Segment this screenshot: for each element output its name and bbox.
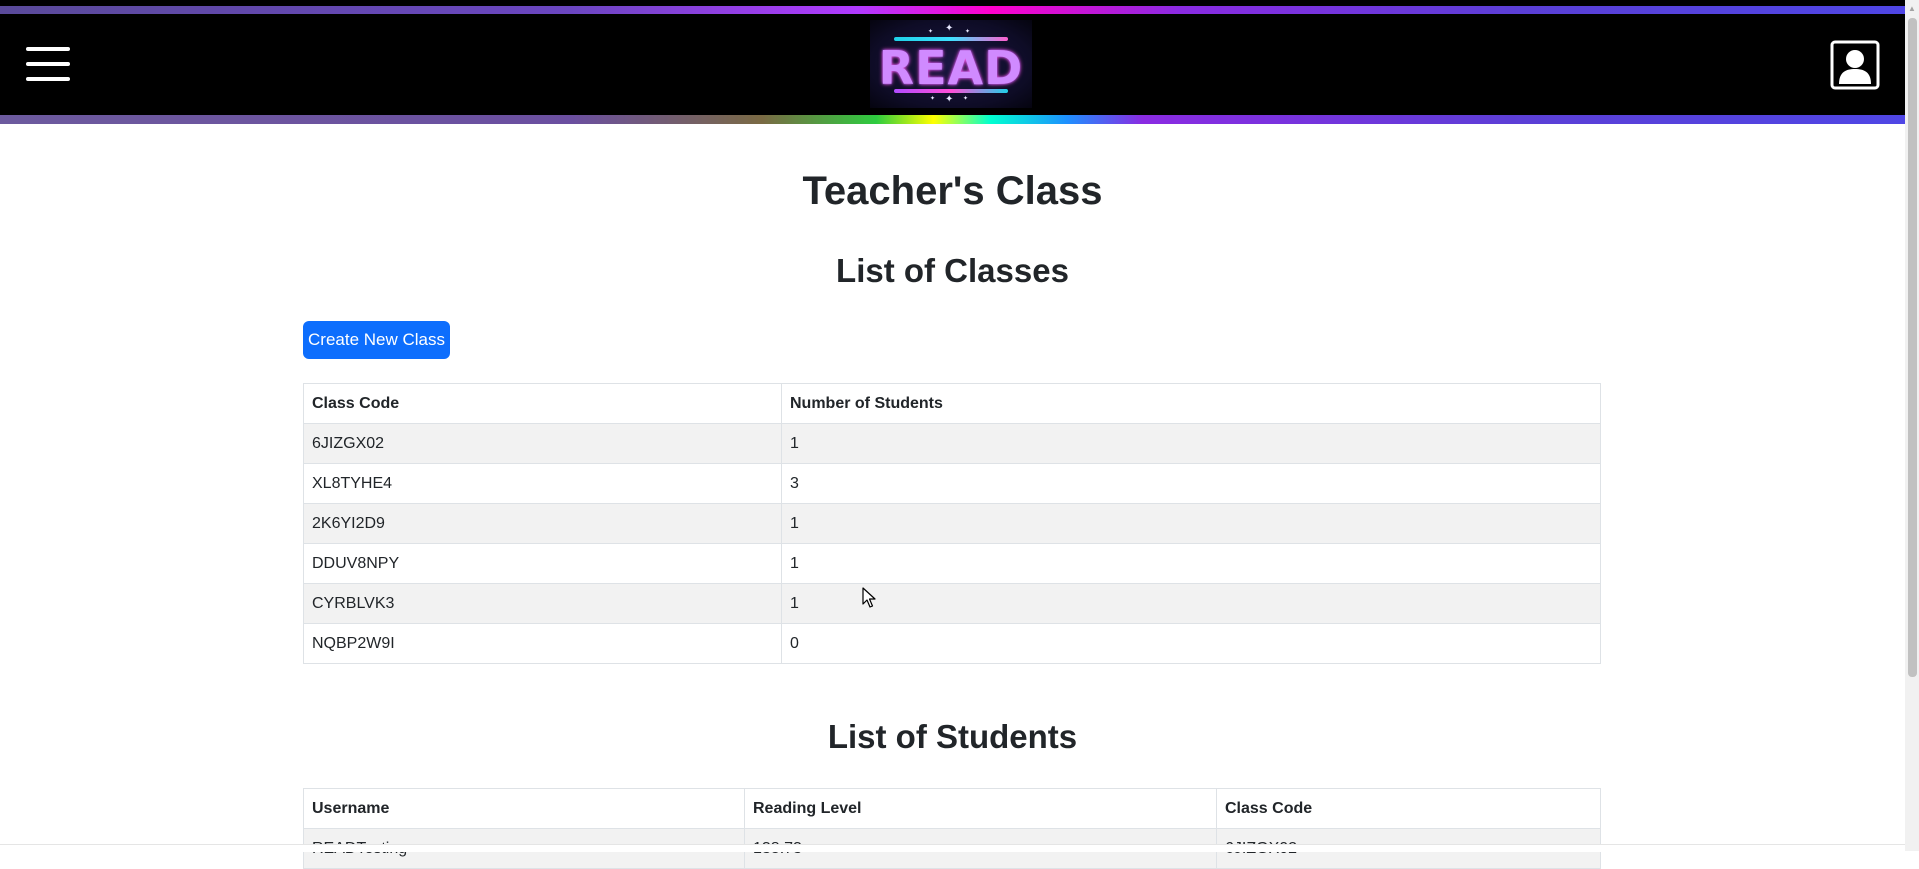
top-navbar: ✦ ✦ ✦ READ ✦ ✦ ✦ [0,0,1905,124]
students-table: Username Reading Level Class Code READTe… [303,788,1601,869]
classes-section-title: List of Classes [836,252,1069,289]
read-logo[interactable]: ✦ ✦ ✦ READ ✦ ✦ ✦ [870,20,1032,108]
student-count-cell: 0 [781,623,1601,664]
sparkle-icon: ✦ [945,94,954,105]
bottom-gradient-strip [0,115,1905,124]
vertical-scrollbar[interactable]: ▲ [1905,0,1919,851]
hamburger-menu-icon[interactable] [26,47,70,81]
table-row: NQBP2W9I 0 [303,623,1601,664]
sparkle-icon: ✦ [945,23,954,34]
page-title: Teacher's Class [802,169,1103,213]
scroll-up-arrow-icon[interactable]: ▲ [1905,0,1919,17]
create-new-class-button[interactable]: Create New Class [303,321,450,359]
sparkle-icon: ✦ [965,29,971,35]
student-count-cell: 1 [781,423,1601,464]
class-code-cell: CYRBLVK3 [303,583,782,624]
sparkle-icon: ✦ [928,29,934,35]
table-header-row: Class Code Number of Students [303,383,1601,424]
classes-table: Class Code Number of Students 6JIZGX02 1… [303,383,1601,664]
student-count-cell: 3 [781,463,1601,504]
top-gradient-strip [0,6,1905,14]
class-code-cell: NQBP2W9I [303,623,782,664]
class-code-cell: 6JIZGX02 [303,423,782,464]
column-header-username: Username [303,788,745,829]
logo-decor-line-bottom [894,89,1008,93]
sparkle-icon: ✦ [930,96,936,102]
logo-text: READ [878,41,1024,95]
students-section-title: List of Students [827,718,1078,755]
table-row: CYRBLVK3 1 [303,583,1601,624]
column-header-class-code: Class Code [1216,788,1601,829]
sparkle-icon: ✦ [963,96,969,102]
column-header-number-of-students: Number of Students [781,383,1601,424]
table-row: 2K6YI2D9 1 [303,503,1601,544]
student-count-cell: 1 [781,543,1601,584]
class-code-cell: DDUV8NPY [303,543,782,584]
student-count-cell: 1 [781,503,1601,544]
student-count-cell: 1 [781,583,1601,624]
class-code-cell: XL8TYHE4 [303,463,782,504]
table-row: DDUV8NPY 1 [303,543,1601,584]
table-row: 6JIZGX02 1 [303,423,1601,464]
user-profile-icon[interactable] [1830,40,1880,90]
column-header-class-code: Class Code [303,383,782,424]
table-header-row: Username Reading Level Class Code [303,788,1601,829]
mouse-pointer-icon [862,587,878,609]
column-header-reading-level: Reading Level [744,788,1217,829]
table-row: XL8TYHE4 3 [303,463,1601,504]
class-code-cell: 2K6YI2D9 [303,503,782,544]
scrollbar-thumb[interactable] [1908,18,1917,677]
